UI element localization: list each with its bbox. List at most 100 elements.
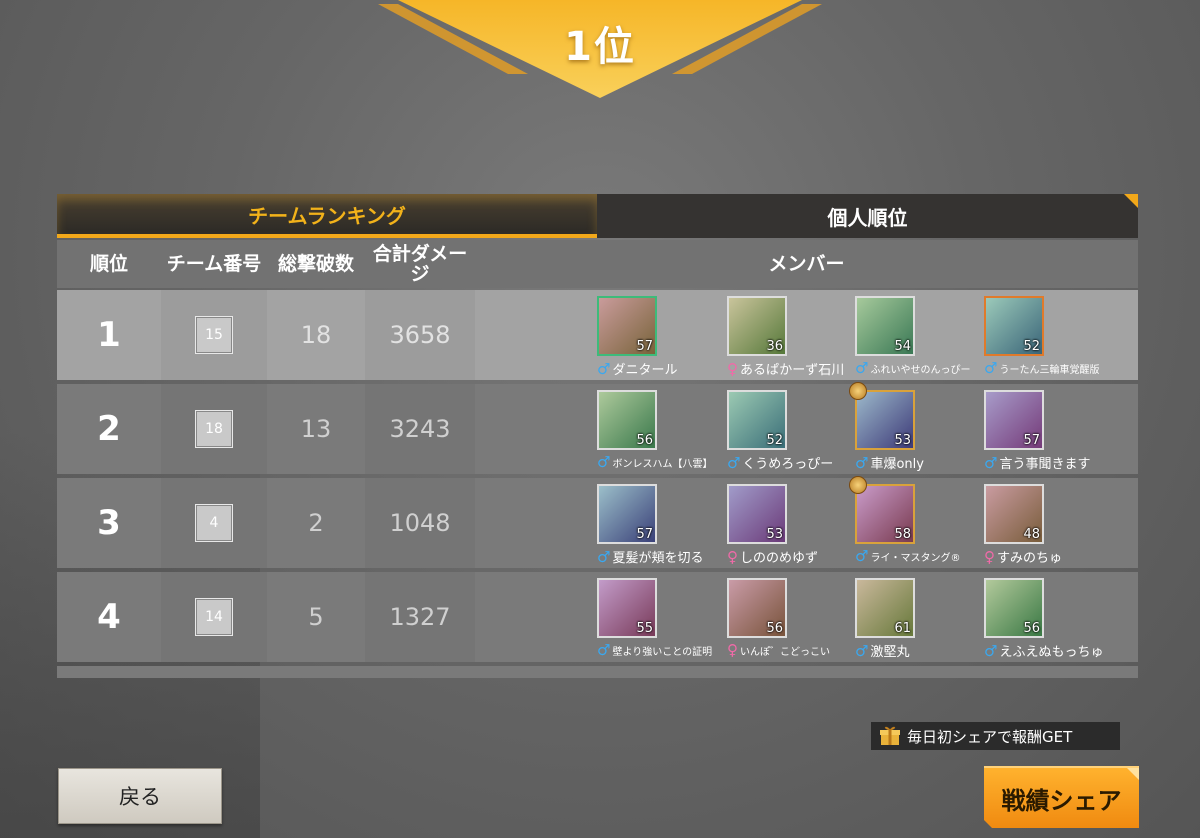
- member-card[interactable]: 57 ♂ 言う事聞きます: [984, 390, 1106, 472]
- table-row[interactable]: 1 15 18 3658 57 ♂ ダニタール 36 ♀ あるぱかーず石川 54 ♂ ふれいやせのんっぴ…: [57, 290, 1138, 380]
- header-rank: 順位: [89, 253, 128, 275]
- member-avatar[interactable]: 48: [984, 484, 1044, 544]
- member-name: しののめゆず: [740, 551, 819, 566]
- male-icon: ♂: [855, 453, 869, 472]
- row-members: 55 ♂ 壁より強いことの証明 56 ♀ いんぽ゛こどっこい 61 ♂ 激堅丸 56 ♂ えふえぬもっ…: [475, 572, 1138, 662]
- gift-icon: [880, 726, 900, 745]
- member-avatar[interactable]: 61: [855, 578, 915, 638]
- table-row[interactable]: 2 18 13 3243 56 ♂ ボンレスハム【八雲】 52 ♂ くうめろっぴー 53 ♂ 車爆onl…: [57, 382, 1138, 474]
- row-kills: 13: [300, 415, 332, 443]
- member-card[interactable]: 53 ♀ しののめゆず: [727, 484, 849, 566]
- member-avatar[interactable]: 58: [855, 484, 915, 544]
- male-icon: ♂: [855, 641, 869, 660]
- row-rank-cell: 1: [57, 290, 161, 380]
- row-kills-cell: 2: [267, 478, 365, 568]
- row-rank-cell: 3: [57, 478, 161, 568]
- member-level: 56: [1023, 621, 1040, 636]
- male-icon: ♂: [855, 359, 869, 377]
- member-card[interactable]: 57 ♂ 夏髪が頬を切る: [597, 484, 719, 566]
- member-level: 53: [766, 527, 783, 542]
- share-results-label: 戦績シェア: [1001, 786, 1122, 815]
- header-total-damage: 合計ダメージ: [372, 243, 468, 285]
- member-level: 52: [766, 433, 783, 448]
- ranking-panel: チームランキング 個人順位 順位 チーム番号 総撃破数 合計ダメージ メンバー …: [57, 194, 1138, 678]
- tab-bar: チームランキング 個人順位: [57, 194, 1138, 238]
- medal-icon: [849, 476, 867, 494]
- member-card[interactable]: 53 ♂ 車爆only: [849, 382, 977, 472]
- member-avatar[interactable]: 56: [984, 578, 1044, 638]
- member-card[interactable]: 48 ♀ すみのちゅ: [984, 484, 1106, 566]
- table-row[interactable]: 4 14 5 1327 55 ♂ 壁より強いことの証明 56 ♀ いんぽ゛こどっこい 61 ♂ 激堅丸 5…: [57, 572, 1138, 662]
- back-button[interactable]: 戻る: [58, 768, 222, 824]
- table-row[interactable]: 3 4 2 1048 57 ♂ 夏髪が頬を切る 53 ♀ しののめゆず 58 ♂ ライ・マスタング® 48…: [57, 476, 1138, 568]
- table-header: 順位 チーム番号 総撃破数 合計ダメージ メンバー: [57, 240, 1138, 288]
- member-name: ボンレスハム【八雲】: [612, 458, 713, 470]
- share-results-button[interactable]: 戦績シェア: [984, 766, 1139, 828]
- member-level: 55: [636, 621, 653, 636]
- member-name: 車爆only: [870, 457, 924, 472]
- member-avatar[interactable]: 57: [597, 296, 657, 356]
- male-icon: ♂: [597, 453, 611, 471]
- member-card[interactable]: 52 ♂ うーたん三輪車覚醒版: [984, 296, 1106, 377]
- male-icon: ♂: [597, 547, 611, 566]
- tab-corner-marker: [1124, 194, 1138, 208]
- row-kills: 2: [308, 509, 324, 537]
- member-level: 36: [766, 339, 783, 354]
- member-name: いんぽ゛こどっこい: [740, 646, 830, 658]
- member-name-line: ♂ ボンレスハム【八雲】: [597, 453, 747, 471]
- tab-individual-ranking[interactable]: 個人順位: [597, 194, 1138, 238]
- male-icon: ♂: [984, 641, 998, 660]
- member-card[interactable]: 58 ♂ ライ・マスタング®: [849, 476, 977, 565]
- member-name: ダニタール: [612, 363, 678, 378]
- member-card[interactable]: 55 ♂ 壁より強いことの証明: [597, 578, 719, 659]
- row-damage: 1327: [389, 603, 451, 631]
- row-kills-cell: 5: [267, 572, 365, 662]
- member-name-line: ♂ ふれいやせのんっぴー: [855, 359, 1005, 377]
- member-card[interactable]: 36 ♀ あるぱかーず石川: [727, 296, 849, 378]
- member-card[interactable]: 57 ♂ ダニタール: [597, 296, 719, 378]
- tab-individual-label: 個人順位: [827, 205, 908, 230]
- member-avatar[interactable]: 53: [855, 390, 915, 450]
- member-avatar[interactable]: 52: [727, 390, 787, 450]
- member-card[interactable]: 56 ♀ いんぽ゛こどっこい: [727, 578, 849, 659]
- member-level: 58: [894, 527, 911, 542]
- table-body[interactable]: 1 15 18 3658 57 ♂ ダニタール 36 ♀ あるぱかーず石川 54 ♂ ふれいやせのんっぴ…: [57, 290, 1138, 678]
- male-icon: ♂: [727, 453, 741, 472]
- tab-team-ranking[interactable]: チームランキング: [57, 194, 597, 238]
- member-avatar[interactable]: 55: [597, 578, 657, 638]
- member-avatar[interactable]: 36: [727, 296, 787, 356]
- female-icon: ♀: [727, 641, 738, 659]
- member-level: 53: [894, 433, 911, 448]
- row-kills: 5: [308, 603, 324, 631]
- male-icon: ♂: [597, 359, 611, 378]
- female-icon: ♀: [984, 547, 995, 566]
- member-card[interactable]: 54 ♂ ふれいやせのんっぴー: [855, 296, 977, 377]
- member-level: 56: [636, 433, 653, 448]
- team-number-badge: 14: [195, 598, 233, 636]
- row-members: 57 ♂ ダニタール 36 ♀ あるぱかーず石川 54 ♂ ふれいやせのんっぴー 52 ♂ うーたん三…: [475, 290, 1138, 380]
- male-icon: ♂: [855, 547, 869, 565]
- medal-icon: [849, 382, 867, 400]
- member-level: 61: [894, 621, 911, 636]
- row-team-cell: 18: [161, 384, 267, 474]
- member-level: 57: [636, 339, 653, 354]
- member-avatar[interactable]: 54: [855, 296, 915, 356]
- female-icon: ♀: [727, 359, 738, 378]
- member-card[interactable]: 61 ♂ 激堅丸: [855, 578, 977, 660]
- row-rank: 4: [97, 597, 121, 637]
- member-card[interactable]: 56 ♂ えふえぬもっちゅ: [984, 578, 1106, 660]
- member-avatar[interactable]: 53: [727, 484, 787, 544]
- member-name: うーたん三輪車覚醒版: [999, 364, 1100, 376]
- member-avatar[interactable]: 57: [597, 484, 657, 544]
- member-level: 57: [636, 527, 653, 542]
- member-avatar[interactable]: 57: [984, 390, 1044, 450]
- header-members: メンバー: [768, 253, 845, 275]
- share-button-notch: [1127, 768, 1139, 780]
- member-card[interactable]: 52 ♂ くうめろっぴー: [727, 390, 849, 472]
- member-avatar[interactable]: 56: [727, 578, 787, 638]
- member-avatar[interactable]: 52: [984, 296, 1044, 356]
- row-damage-cell: 1048: [365, 478, 475, 568]
- row-damage-cell: 3243: [365, 384, 475, 474]
- member-card[interactable]: 56 ♂ ボンレスハム【八雲】: [597, 390, 719, 471]
- member-avatar[interactable]: 56: [597, 390, 657, 450]
